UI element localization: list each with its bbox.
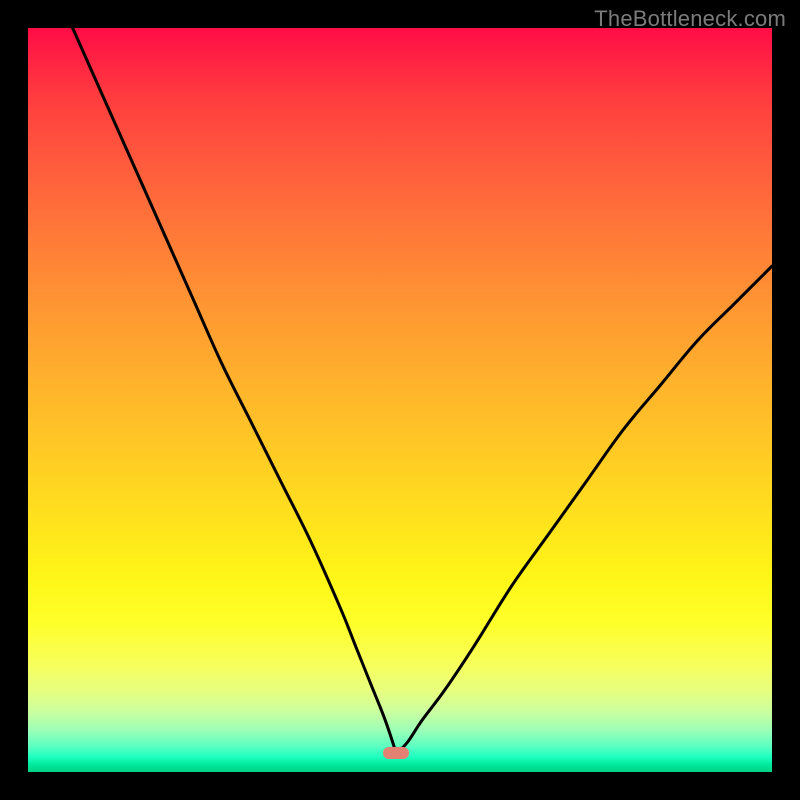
bottleneck-curve (28, 28, 772, 772)
optimum-marker-icon (383, 747, 409, 759)
plot-area (28, 28, 772, 772)
chart-frame: TheBottleneck.com (0, 0, 800, 800)
curve-path (73, 28, 772, 753)
